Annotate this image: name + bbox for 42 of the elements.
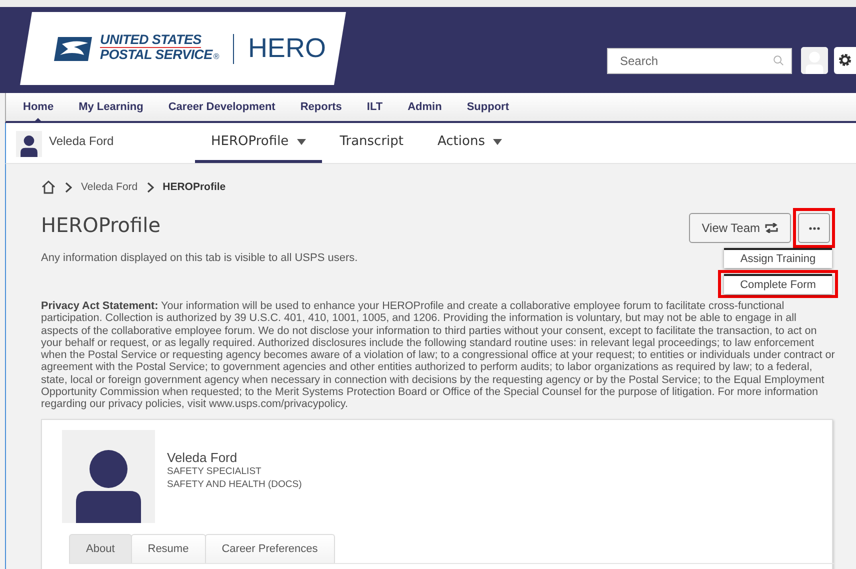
nav-tab[interactable]: My Learning	[70, 93, 152, 121]
avatar-icon	[801, 47, 828, 74]
home-icon[interactable]	[41, 180, 56, 194]
privacy-statement: Privacy Act Statement: Your information will be used to enhance your HEROProfile and create a collaborative employee forum to facilitate cross-functional participation. Collection is authorized by 39 U.S.C. 401, 410, 1001, 1005, and 1206. Providing the information is voluntary, but may not be able to engage in all aspects of the collaborative employee forum. We do not disclose your information to third parties without your consent, except to facilitate the transaction, to act on your behalf or request, or as legally required. Authorized disclosures include the following standard routine uses: in relevant legal proceedings; to law enforcement when the Postal Service or requesting agency becomes aware of a violation of law; to a congressional office at your request; to entities or individuals under contract or agreement with the Postal Service; to government agencies and other entities authorized to perform audits; to labor organizations as required by law; to a federal, state, local or foreign government agency when necessary in connection with decisions by the requesting agency or by the Postal Service; to the Equal Employment Opportunity Commission when requested; to the Merit Systems Protection Board or Office of the Special Counsel for the purpose of litigation. For more information regarding our privacy policies, visit www.usps.com/privacypolicy.	[41, 300, 835, 411]
profile-tab[interactable]: Transcript	[324, 123, 420, 163]
nav-tab[interactable]: Admin	[400, 93, 450, 121]
nav-tab[interactable]: Home	[15, 93, 62, 121]
logo-text: UNITED STATES	[100, 33, 202, 48]
breadcrumb-link[interactable]: HEROProfile	[162, 181, 226, 193]
profile-section-tab[interactable]: About	[69, 534, 132, 563]
logo-text: POSTAL SERVICE	[100, 48, 212, 62]
profile-tab[interactable]: HEROProfile	[195, 123, 322, 163]
nav-tab[interactable]: Reports	[292, 93, 350, 121]
breadcrumb-link[interactable]: Veleda Ford	[81, 181, 138, 193]
profile-section-tab[interactable]: Career Preferences	[204, 534, 335, 563]
job-title: SAFETY SPECIALIST	[167, 464, 262, 478]
search-icon	[773, 55, 784, 66]
caret-icon	[493, 138, 502, 144]
swap-icon	[765, 223, 778, 233]
chevron-icon	[65, 182, 72, 192]
user-name: Veleda Ford	[49, 134, 115, 150]
nav-tab[interactable]: Career Development	[160, 93, 284, 121]
caret-icon	[296, 138, 306, 144]
settings-icon	[838, 53, 852, 67]
eagle-logo-icon	[54, 34, 94, 62]
notice-text: Any information displayed on this tab is visible to all USPS users.	[41, 252, 358, 264]
department: SAFETY AND HEALTH (DOCS)	[167, 478, 302, 491]
page-title: HEROProfile	[41, 213, 161, 237]
menu-item[interactable]: Complete Form	[724, 274, 832, 294]
menu-item[interactable]: Assign Training	[724, 248, 832, 268]
profile-section-tab[interactable]: Resume	[130, 534, 206, 563]
nav-tab[interactable]: ILT	[358, 93, 391, 121]
profile-tab[interactable]: Actions	[422, 123, 518, 163]
search-field[interactable]: Search	[607, 48, 792, 74]
settings-button[interactable]	[834, 47, 856, 74]
product-name: HERO	[248, 33, 326, 64]
employee-name: Veleda Ford	[167, 450, 238, 465]
nav-tab[interactable]: Support	[458, 93, 518, 121]
more-icon	[808, 226, 820, 230]
view-team-button[interactable]: View Team	[688, 213, 791, 243]
chevron-icon	[146, 182, 154, 192]
registered-mark: ®	[213, 51, 219, 63]
